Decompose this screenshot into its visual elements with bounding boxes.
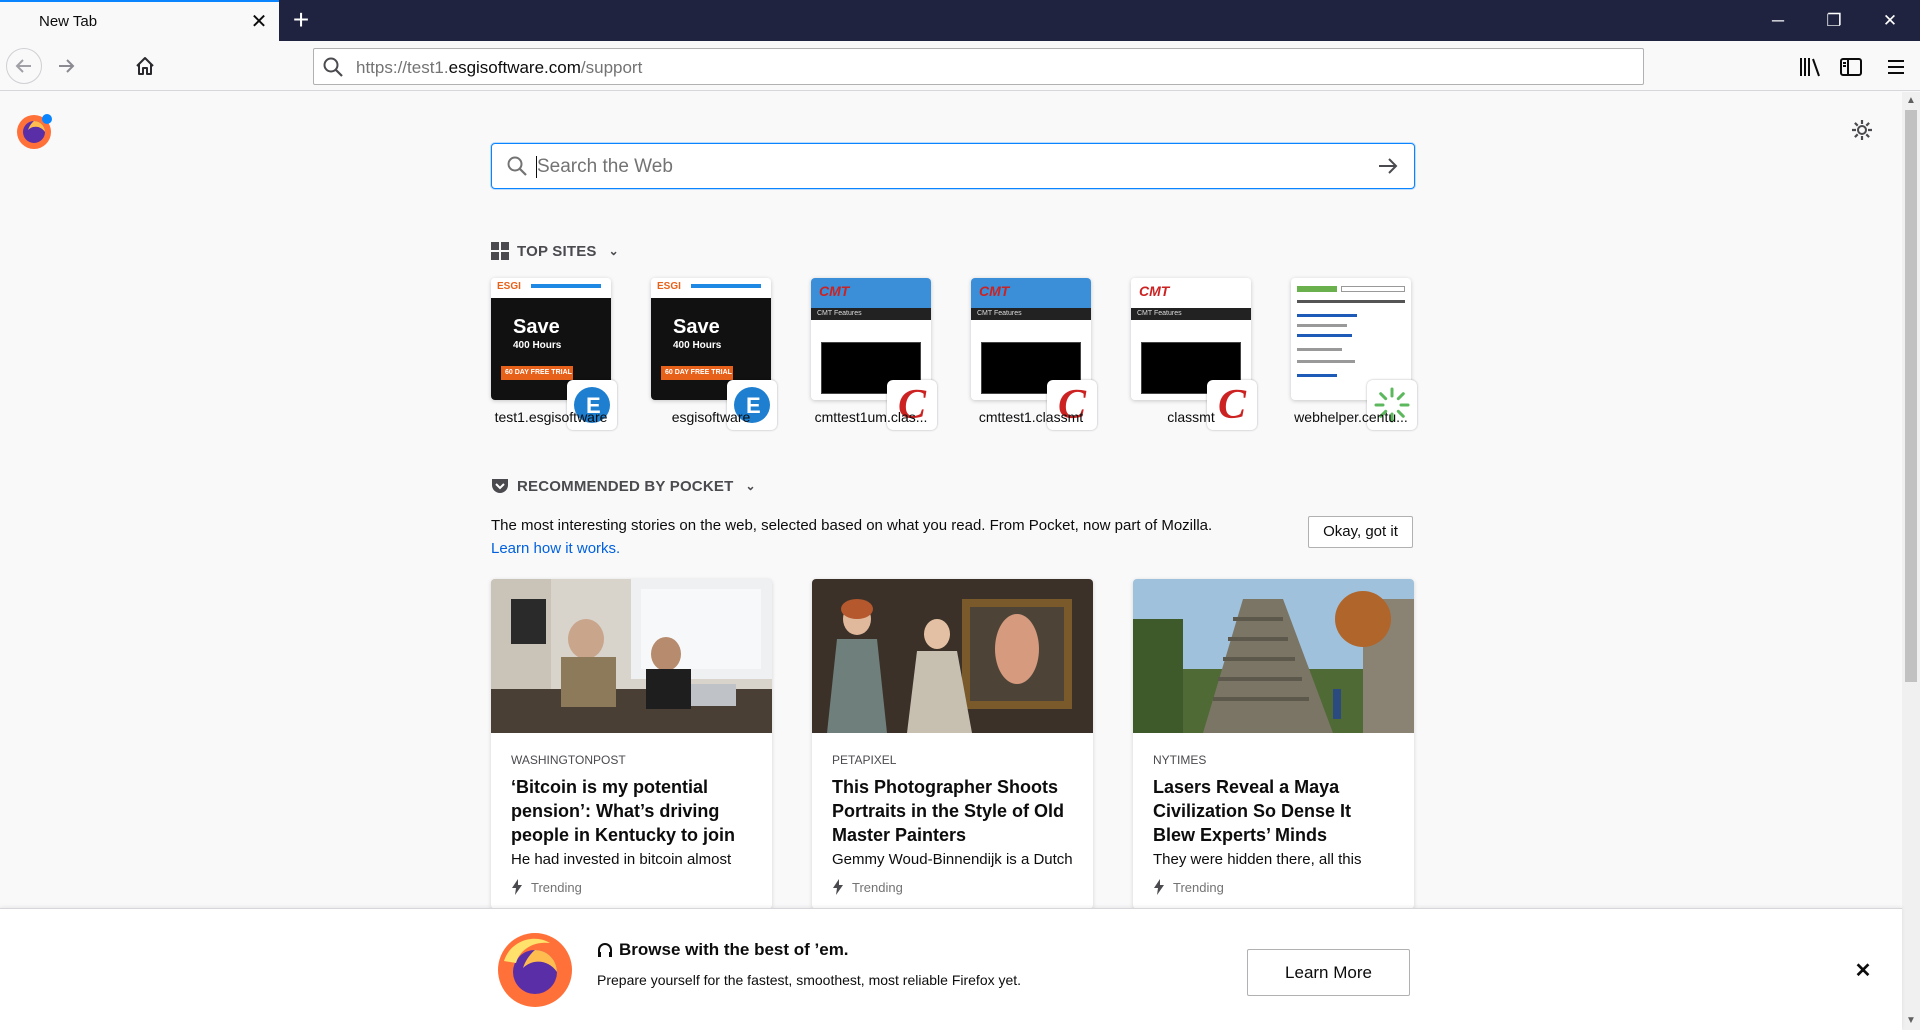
scroll-up-icon[interactable]: ▲ [1902,92,1920,110]
top-site-label: test1.esgisoftware [494,409,608,425]
top-sites-grid: ESGI Save 400 Hours 60 DAY FREE TRIAL E … [491,278,1417,430]
firefox-logo [17,114,52,149]
search-placeholder: Search the Web [537,156,673,177]
gear-icon[interactable] [1850,118,1874,142]
story-source: WASHINGTONPOST [511,753,626,767]
top-site-tile[interactable]: ESGI Save 400 Hours 60 DAY FREE TRIAL E … [491,278,617,430]
search-icon [323,57,343,77]
learn-more-button[interactable]: Learn More [1247,949,1410,996]
url-bar[interactable]: https://test1.esgisoftware.com/support [313,48,1644,85]
pocket-title: RECOMMENDED BY POCKET [517,477,734,495]
lightning-icon [512,879,522,895]
story-source: PETAPIXEL [832,753,897,767]
top-sites-header[interactable]: TOP SITES ⌄ [491,242,619,260]
learn-how-link[interactable]: Learn how it works. [491,540,620,557]
top-site-tile[interactable]: CMT CMT Features C classmt [1131,278,1257,430]
okay-got-it-button[interactable]: Okay, got it [1308,516,1413,548]
lightning-icon [833,879,843,895]
tab-title: New Tab [39,13,98,30]
top-site-tile[interactable]: webhelper.centu... [1291,278,1417,430]
story-card[interactable]: WASHINGTONPOST ‘Bitcoin is my potential … [491,579,772,909]
headphones-icon [598,943,612,957]
scroll-thumb[interactable] [1905,110,1917,682]
tab-close-icon[interactable]: ✕ [248,11,270,33]
firefox-logo [498,933,572,1007]
top-site-label: esgisoftware [671,409,751,425]
chevron-down-icon[interactable]: ⌄ [609,244,619,258]
grid-icon [491,242,509,260]
lightning-icon [1154,879,1164,895]
promo-snippet: Browse with the best of ’em. Prepare you… [0,908,1902,1030]
pocket-icon [492,479,508,493]
home-button[interactable] [127,48,163,84]
restore-button[interactable]: ❐ [1806,0,1862,41]
top-site-label: webhelper.centu... [1294,409,1408,425]
new-tab-button[interactable]: + [286,5,316,35]
top-site-tile[interactable]: ESGI Save 400 Hours 60 DAY FREE TRIAL E … [651,278,777,430]
story-card[interactable]: PETAPIXEL This Photographer Shoots Portr… [812,579,1093,909]
tab-strip: New Tab ✕ + ─ ❐ ✕ [0,0,1920,41]
top-sites-title: TOP SITES [517,242,597,260]
search-icon [507,156,527,176]
home-icon [136,57,154,75]
story-source: NYTIMES [1153,753,1207,767]
story-image [1133,579,1414,733]
story-image [812,579,1093,733]
library-icon[interactable] [1797,54,1823,80]
promo-title: Browse with the best of ’em. [597,940,849,960]
url-text: https://test1.esgisoftware.com/support [356,58,643,77]
story-card[interactable]: NYTIMES Lasers Reveal a Maya Civilizatio… [1133,579,1414,909]
window-close-button[interactable]: ✕ [1862,0,1918,41]
arrow-right-icon[interactable] [1376,154,1400,178]
story-title: ‘Bitcoin is my potential pension’: What’… [511,777,736,845]
nav-toolbar: https://test1.esgisoftware.com/support [0,41,1920,91]
chevron-down-icon[interactable]: ⌄ [745,479,755,493]
top-site-tile[interactable]: CMT CMT Features C cmttest1um.clas... [811,278,937,430]
top-site-tile[interactable]: CMT CMT Features C cmttest1.classmt [971,278,1097,430]
top-site-label: cmttest1um.clas... [814,409,928,425]
story-context: Trending [1153,879,1224,895]
top-site-label: classmt [1167,409,1215,425]
story-image [491,579,772,733]
scroll-down-icon[interactable]: ▼ [1902,1012,1920,1030]
sidebar-icon[interactable] [1838,54,1864,80]
story-context: Trending [511,879,582,895]
top-site-label: cmttest1.classmt [978,409,1084,425]
story-excerpt: He had invested in bitcoin almost [511,851,732,868]
close-icon[interactable]: ✕ [1854,961,1872,981]
web-search-box[interactable]: Search the Web [491,143,1415,189]
forward-button[interactable] [48,48,84,84]
back-arrow-icon [15,59,31,73]
tab-new-tab[interactable]: New Tab ✕ [0,0,279,41]
pocket-header[interactable]: RECOMMENDED BY POCKET ⌄ [491,477,756,495]
back-button[interactable] [6,48,42,84]
story-context: Trending [832,879,903,895]
pocket-description: The most interesting stories on the web,… [491,517,1213,557]
forward-arrow-icon [59,59,75,73]
promo-text: Prepare yourself for the fastest, smooth… [597,972,1022,988]
minimize-button[interactable]: ─ [1750,0,1806,41]
story-excerpt: Gemmy Woud-Binnendijk is a Dutch [832,851,1073,868]
story-title: Lasers Reveal a Maya Civilization So Den… [1153,777,1352,845]
page-scrollbar[interactable]: ▲ ▼ [1902,92,1920,1030]
story-excerpt: They were hidden there, all this [1153,851,1362,868]
story-title: This Photographer Shoots Portraits in th… [832,777,1065,845]
menu-icon[interactable] [1883,54,1909,80]
